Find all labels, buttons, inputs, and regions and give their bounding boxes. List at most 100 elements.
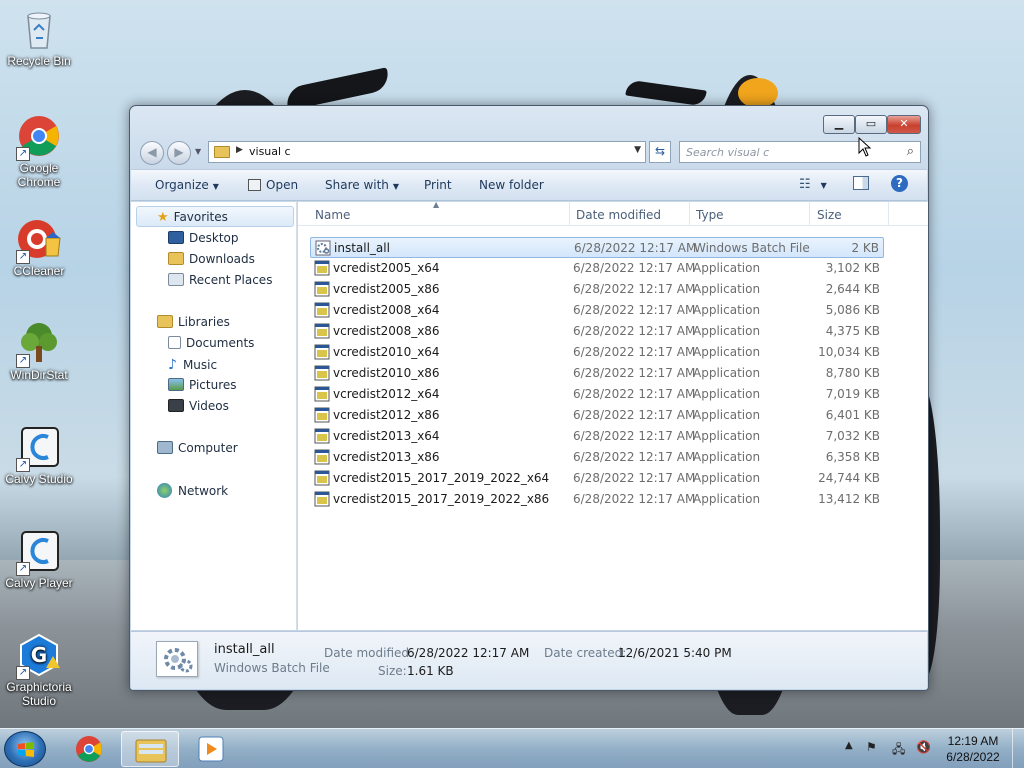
shortcut-arrow-icon: ↗ (16, 250, 30, 264)
desktop-icon-calvy-studio[interactable]: ↗ Calvy Studio (0, 424, 78, 486)
show-hidden-icons-button[interactable]: ▲ (845, 740, 853, 751)
videos-icon (168, 399, 184, 412)
column-separator[interactable] (569, 202, 570, 226)
desktop-icon-recycle-bin[interactable]: Recycle Bin (0, 6, 78, 68)
recent-pages-chevron-icon[interactable]: ▼ (195, 147, 201, 156)
nav-network[interactable]: Network (157, 483, 228, 498)
file-row[interactable]: vcredist2008_x86 6/28/2022 12:17 AM Applic… (310, 321, 884, 342)
file-row[interactable]: vcredist2013_x86 6/28/2022 12:17 AM Applic… (310, 447, 884, 468)
file-row[interactable]: vcredist2005_x64 6/28/2022 12:17 AM Applic… (310, 258, 884, 279)
nav-documents[interactable]: Documents (168, 336, 254, 350)
nav-recent-places[interactable]: Recent Places (168, 273, 272, 287)
desktop-icon-ccleaner[interactable]: ↗ CCleaner (0, 216, 78, 278)
file-name: vcredist2012_x86 (333, 408, 440, 422)
chrome-icon: ↗ (16, 113, 62, 161)
file-type: Application (693, 303, 761, 317)
column-separator[interactable] (809, 202, 810, 226)
file-size: 2,644 KB (825, 282, 880, 296)
refresh-button[interactable]: ⇆ (649, 141, 671, 163)
calvy-player-icon: ↗ (16, 528, 62, 576)
file-row[interactable]: vcredist2010_x86 6/28/2022 12:17 AM Applic… (310, 363, 884, 384)
nav-pictures-label: Pictures (189, 378, 237, 392)
shortcut-arrow-icon: ↗ (16, 562, 30, 576)
desktop-icon-google-chrome[interactable]: ↗ Google Chrome (0, 113, 78, 189)
application-icon (314, 260, 330, 276)
file-row[interactable]: vcredist2015_2017_2019_2022_x86 6/28/2022… (310, 489, 884, 510)
help-button[interactable]: ? (891, 175, 908, 192)
nav-downloads[interactable]: Downloads (168, 252, 255, 266)
file-row[interactable]: vcredist2015_2017_2019_2022_x64 6/28/2022… (310, 468, 884, 489)
nav-libraries[interactable]: Libraries (157, 315, 230, 329)
file-row[interactable]: vcredist2012_x64 6/28/2022 12:17 AM Applic… (310, 384, 884, 405)
nav-recent-places-label: Recent Places (189, 273, 273, 287)
file-name: vcredist2005_x64 (333, 261, 440, 275)
file-size: 7,019 KB (825, 387, 880, 401)
file-row[interactable]: vcredist2008_x64 6/28/2022 12:17 AM Applic… (310, 300, 884, 321)
file-type: Windows Batch File (694, 241, 810, 255)
column-size[interactable]: Size (817, 208, 842, 222)
application-icon (314, 323, 330, 339)
print-button[interactable]: Print (424, 178, 452, 192)
minimize-button[interactable]: ▁ (823, 115, 855, 134)
column-separator[interactable] (888, 202, 889, 226)
address-path[interactable]: visual c (249, 145, 291, 158)
nav-desktop[interactable]: Desktop (168, 231, 239, 245)
shortcut-arrow-icon: ↗ (16, 147, 30, 161)
back-button[interactable]: ◀ (140, 141, 164, 165)
file-row[interactable]: vcredist2010_x64 6/28/2022 12:17 AM Applic… (310, 342, 884, 363)
nav-videos[interactable]: Videos (168, 399, 229, 413)
nav-music[interactable]: ♪ Music (168, 357, 217, 373)
volume-muted-icon[interactable]: 🔇 (916, 740, 931, 754)
network-status-icon[interactable]: 🖧 (892, 740, 905, 761)
file-row[interactable]: install_all 6/28/2022 12:17 AM Windows Bat… (310, 237, 884, 258)
file-name: vcredist2008_x86 (333, 324, 440, 338)
action-center-flag-icon[interactable]: ⚑ (866, 740, 877, 754)
file-row[interactable]: vcredist2005_x86 6/28/2022 12:17 AM Applic… (310, 279, 884, 300)
column-separator[interactable] (689, 202, 690, 226)
file-date-modified: 6/28/2022 12:17 AM (573, 450, 696, 464)
nav-favorites[interactable]: ★ Favorites (157, 210, 228, 225)
taskbar-explorer[interactable] (121, 731, 179, 767)
windirstat-icon: ↗ (16, 320, 62, 368)
start-button[interactable] (4, 731, 46, 767)
pictures-icon (168, 378, 184, 391)
desktop-icon-graphictoria-studio[interactable]: G ↗ Graphictoria Studio (0, 632, 78, 708)
application-icon (314, 491, 330, 507)
desktop-icon-windirstat[interactable]: ↗ WinDirStat (0, 320, 78, 382)
breadcrumb-arrow-icon[interactable]: ▶ (236, 145, 243, 155)
nav-computer[interactable]: Computer (157, 441, 238, 455)
nav-pictures[interactable]: Pictures (168, 378, 237, 392)
change-view-button[interactable]: ☷ ▼ (799, 177, 827, 192)
column-name[interactable]: Name (315, 208, 350, 222)
file-row[interactable]: vcredist2013_x64 6/28/2022 12:17 AM Applic… (310, 426, 884, 447)
file-type: Application (693, 324, 761, 338)
music-icon: ♪ (168, 357, 177, 373)
details-file-name: install_all (214, 642, 275, 657)
desktop-icon (168, 231, 184, 244)
taskbar-chrome[interactable] (60, 731, 118, 767)
new-folder-button[interactable]: New folder (479, 178, 544, 192)
file-type: Application (693, 492, 761, 506)
share-with-button[interactable]: Share with ▼ (325, 178, 399, 192)
chevron-down-icon: ▼ (820, 181, 827, 190)
open-button[interactable]: Open (248, 178, 298, 192)
maximize-button[interactable]: ▭ (855, 115, 887, 134)
system-clock[interactable]: 12:19 AM 6/28/2022 (940, 733, 1006, 765)
show-desktop-button[interactable] (1012, 729, 1024, 768)
taskbar-media-player[interactable] (182, 731, 240, 767)
search-icon[interactable]: ⌕ (907, 144, 914, 159)
column-type[interactable]: Type (696, 208, 724, 222)
desktop-icon-calvy-player[interactable]: ↗ Calvy Player (0, 528, 78, 590)
close-button[interactable]: ✕ (887, 115, 921, 134)
file-row[interactable]: vcredist2012_x86 6/28/2022 12:17 AM Applic… (310, 405, 884, 426)
address-dropdown-icon[interactable]: ▼ (634, 145, 641, 155)
search-box[interactable]: ⌕ (679, 141, 921, 163)
back-arrow-icon: ◀ (147, 145, 157, 159)
address-bar[interactable]: ▶ visual c ▼ (208, 141, 646, 163)
nav-network-label: Network (178, 484, 229, 498)
column-date-modified[interactable]: Date modified (576, 208, 661, 222)
forward-button[interactable]: ▶ (167, 141, 191, 165)
details-date-created-label: Date created: (544, 646, 627, 660)
preview-pane-button[interactable] (853, 176, 869, 193)
organize-button[interactable]: Organize ▼ (155, 178, 219, 192)
